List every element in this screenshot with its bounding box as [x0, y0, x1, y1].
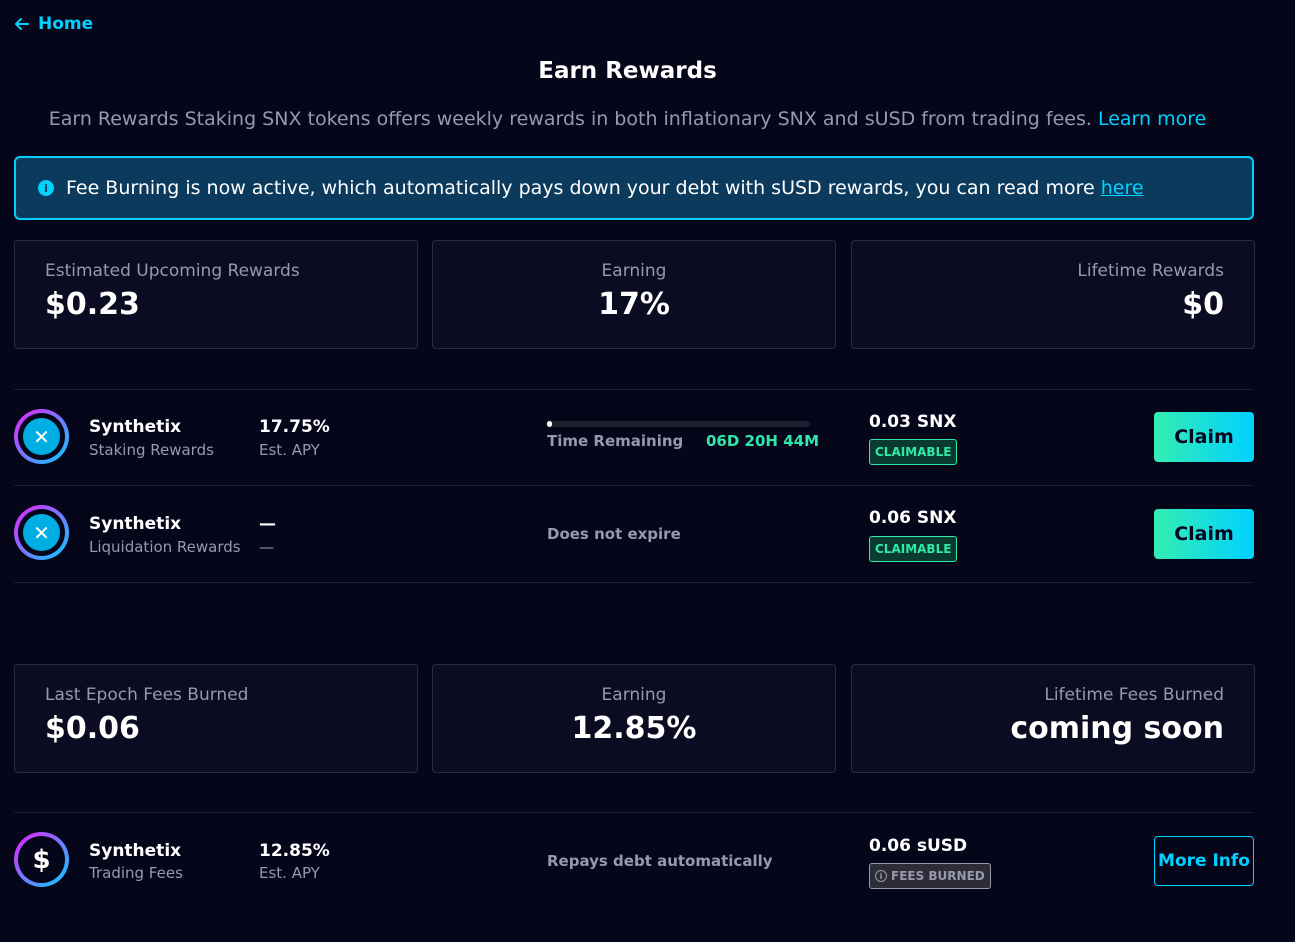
- apy-label: Est. APY: [259, 864, 320, 882]
- info-icon: i: [38, 180, 54, 196]
- lifetime-rewards-card: Lifetime Rewards $0: [851, 240, 1255, 349]
- token-name: Synthetix: [89, 841, 182, 861]
- time-remaining-value: 06D 20H 44M: [706, 432, 819, 450]
- token-name: Synthetix: [89, 417, 182, 437]
- claimable-badge: CLAIMABLE: [869, 439, 958, 465]
- stat-value: 12.85%: [571, 711, 697, 746]
- claimable-badge: CLAIMABLE: [869, 536, 958, 562]
- trading-fees-row: $ Synthetix Trading Fees 12.85% Est. APY…: [14, 812, 1254, 908]
- reward-amount: 0.03 SNX: [869, 412, 957, 432]
- info-circle-icon: i: [875, 870, 887, 882]
- token-sub: Trading Fees: [89, 864, 183, 882]
- home-label: Home: [38, 14, 94, 34]
- stat-label: Last Epoch Fees Burned: [45, 685, 249, 705]
- badge-label: FEES BURNED: [891, 869, 985, 883]
- apy-value: 17.75%: [259, 417, 330, 437]
- synthetix-logo-icon: ✕: [14, 505, 69, 560]
- token-name: Synthetix: [89, 514, 182, 534]
- home-link[interactable]: Home: [14, 14, 93, 34]
- alert-text: Fee Burning is now active, which automat…: [66, 177, 1095, 199]
- liquidation-rewards-row: ✕ Synthetix Liquidation Rewards — — Does…: [14, 485, 1254, 581]
- lifetime-fees-card: Lifetime Fees Burned coming soon: [851, 664, 1255, 773]
- page-title: Earn Rewards: [538, 58, 717, 84]
- apy-value: —: [259, 514, 276, 534]
- learn-more-link[interactable]: Learn more: [1098, 108, 1206, 130]
- dollar-logo-icon: $: [14, 832, 69, 887]
- stat-value: coming soon: [1010, 711, 1224, 746]
- more-info-button[interactable]: More Info: [1154, 836, 1254, 886]
- fees-earning-card: Earning 12.85%: [432, 664, 836, 773]
- time-progress-fill: [547, 421, 553, 427]
- claim-button[interactable]: Claim: [1154, 412, 1254, 462]
- page-subtitle: Earn Rewards Staking SNX tokens offers w…: [0, 108, 1255, 130]
- stat-label: Lifetime Fees Burned: [1044, 685, 1224, 705]
- stat-label: Lifetime Rewards: [1077, 261, 1224, 281]
- repay-status: Repays debt automatically: [547, 852, 773, 870]
- claim-button[interactable]: Claim: [1154, 509, 1254, 559]
- time-remaining-label: Time Remaining: [547, 432, 684, 450]
- token-sub: Staking Rewards: [89, 441, 214, 459]
- token-sub: Liquidation Rewards: [89, 538, 241, 556]
- expiry-status: Does not expire: [547, 525, 681, 543]
- arrow-left-icon: [15, 18, 29, 30]
- stat-label: Estimated Upcoming Rewards: [45, 261, 300, 281]
- stat-value: $0.06: [45, 711, 140, 746]
- stat-value: 17%: [598, 287, 670, 322]
- stat-label: Earning: [601, 685, 667, 705]
- fee-amount: 0.06 sUSD: [869, 836, 968, 856]
- staking-rewards-row: ✕ Synthetix Staking Rewards 17.75% Est. …: [14, 389, 1254, 485]
- stat-value: $0: [1182, 287, 1224, 322]
- last-epoch-fees-card: Last Epoch Fees Burned $0.06: [14, 664, 418, 773]
- fees-burned-badge: i FEES BURNED: [869, 863, 991, 889]
- apy-value: 12.85%: [259, 841, 330, 861]
- apy-label: Est. APY: [259, 441, 320, 459]
- time-progress-bar: [547, 421, 810, 427]
- estimated-rewards-card: Estimated Upcoming Rewards $0.23: [14, 240, 418, 349]
- reward-amount: 0.06 SNX: [869, 508, 957, 528]
- synthetix-logo-icon: ✕: [14, 409, 69, 464]
- stat-value: $0.23: [45, 287, 140, 322]
- alert-here-link[interactable]: here: [1101, 177, 1144, 199]
- divider: [14, 582, 1254, 583]
- fee-burning-alert: i Fee Burning is now active, which autom…: [14, 156, 1254, 220]
- earning-card: Earning 17%: [432, 240, 836, 349]
- stat-label: Earning: [601, 261, 667, 281]
- subtitle-text: Earn Rewards Staking SNX tokens offers w…: [48, 108, 1092, 130]
- apy-label: —: [259, 538, 274, 556]
